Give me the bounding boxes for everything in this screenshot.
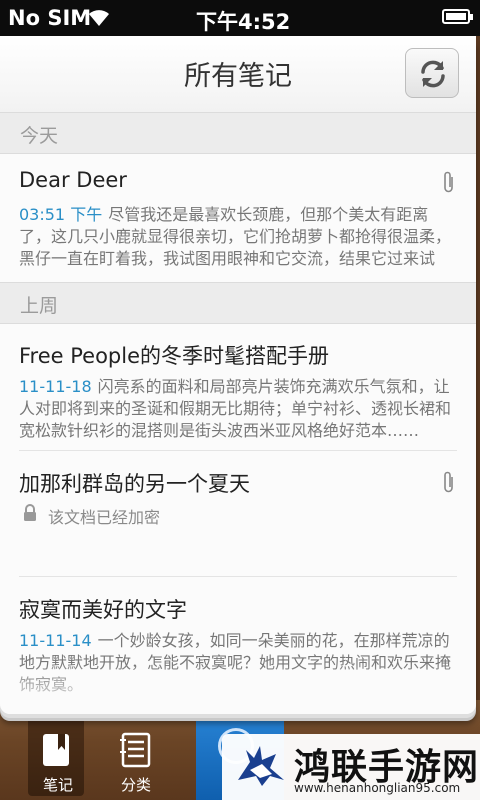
divider <box>19 450 457 451</box>
section-header-last-week: 上周 <box>0 282 476 324</box>
wifi-icon <box>89 10 109 26</box>
note-date: 03:51 下午 <box>19 205 103 224</box>
note-title: 加那利群岛的另一个夏天 <box>19 472 250 496</box>
clock: 下午4:52 <box>196 10 291 34</box>
scroll-fade <box>0 664 476 714</box>
carrier-label: No SIM <box>8 6 92 30</box>
tab-category[interactable]: 分类 <box>96 718 176 800</box>
section-label: 上周 <box>20 295 59 317</box>
paperclip-icon <box>444 171 453 193</box>
note-date: 11-11-18 <box>19 377 92 396</box>
battery-icon <box>442 9 473 24</box>
note-item[interactable]: Dear Deer 03:51 下午 尽管我还是最喜欢长颈鹿，但那个美太有距离了，… <box>0 154 476 282</box>
note-title: Dear Deer <box>19 168 127 192</box>
refresh-icon <box>421 60 445 88</box>
tab-notes-label: 笔记 <box>42 776 73 794</box>
deer-logo-icon <box>238 746 284 786</box>
section-label: 今天 <box>20 125 59 147</box>
lock-icon <box>24 504 36 521</box>
watermark: 鸿联手游网 www.henanhonglian95.com <box>222 734 480 800</box>
tab-category-label: 分类 <box>120 776 151 794</box>
note-preview: 11-11-18 闪亮系的面料和局部亮片装饰充满欢乐气氛和，让人对即将到来的圣诞和… <box>19 376 459 442</box>
status-bar: No SIM 下午4:52 <box>0 0 480 36</box>
section-header-today: 今天 <box>0 112 476 154</box>
sync-button[interactable] <box>405 48 459 98</box>
note-item[interactable]: 加那利群岛的另一个夏天 该文档已经加密 <box>0 452 476 576</box>
divider <box>19 576 457 577</box>
encrypted-label: 该文档已经加密 <box>48 508 161 527</box>
header: 所有笔记 <box>0 36 476 113</box>
tab-notes[interactable]: 笔记 <box>18 710 98 800</box>
watermark-url: www.henanhonglian95.com <box>294 781 461 795</box>
note-date: 11-11-14 <box>19 631 92 650</box>
notes-panel: 所有笔记 今天 Dear Deer 03:51 下午 尽管我还是最喜欢长颈鹿，但那… <box>0 36 476 714</box>
note-item[interactable]: Free People的冬季时髦搭配手册 11-11-18 闪亮系的面料和局部亮片… <box>0 324 476 452</box>
note-preview: 03:51 下午 尽管我还是最喜欢长颈鹿，但那个美太有距离了，这几只小鹿就显得很亲… <box>19 204 459 270</box>
note-title: Free People的冬季时髦搭配手册 <box>19 344 330 368</box>
notebook-icon <box>43 734 69 766</box>
list-notebook-icon <box>120 732 151 768</box>
paperclip-icon <box>444 471 453 493</box>
note-title: 寂寞而美好的文字 <box>19 598 187 622</box>
